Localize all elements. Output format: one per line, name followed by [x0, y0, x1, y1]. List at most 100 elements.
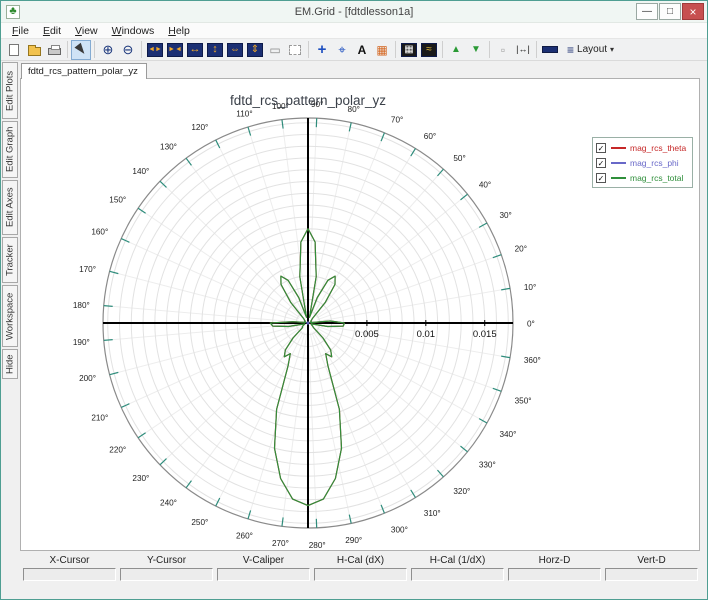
- clear-plot-icon[interactable]: ▫: [493, 40, 513, 60]
- status-value-h-cal-dx: [314, 568, 407, 581]
- colorbar-icon-glyph: [542, 46, 558, 53]
- svg-text:310°: 310°: [424, 509, 441, 518]
- sidebar-tab-workspace[interactable]: Workspace: [2, 285, 18, 347]
- layout-button[interactable]: ≡ Layout ▾: [562, 40, 619, 60]
- stretch-y-icon[interactable]: ↕: [205, 40, 225, 60]
- menu-windows[interactable]: Windows: [105, 24, 162, 38]
- text-annotation-icon[interactable]: A: [352, 40, 372, 60]
- title-bar: ♣ EM.Grid - [fdtdlesson1a] — □ ×: [1, 1, 707, 23]
- menu-edit[interactable]: Edit: [36, 24, 68, 38]
- toolbar-separator: [67, 41, 68, 58]
- legend-checkbox-mag-rcs-theta[interactable]: ✓: [596, 142, 606, 153]
- tracker-icon-glyph: ⌖: [338, 42, 346, 57]
- document-tab[interactable]: fdtd_rcs_pattern_polar_yz: [21, 63, 147, 79]
- shift-down-icon[interactable]: ▼: [466, 40, 486, 60]
- pan-right-icon-glyph: ►◄: [167, 42, 183, 57]
- toolbar-separator: [94, 41, 95, 58]
- svg-text:50°: 50°: [453, 154, 465, 163]
- legend-item-mag-rcs-phi: ✓ mag_rcs_phi: [596, 155, 686, 170]
- select-cursor-icon[interactable]: [71, 39, 91, 60]
- clear-plot-icon-glyph: ▫: [500, 42, 506, 57]
- svg-text:10°: 10°: [524, 283, 536, 292]
- close-button[interactable]: ×: [682, 3, 704, 20]
- legend-checkbox-mag-rcs-total[interactable]: ✓: [596, 172, 606, 183]
- sidebar-tab-edit-plots[interactable]: Edit Plots: [2, 62, 18, 119]
- svg-text:180°: 180°: [73, 301, 90, 310]
- shift-up-icon-glyph: ▲: [451, 43, 461, 55]
- svg-text:350°: 350°: [515, 396, 532, 405]
- trace-view-icon[interactable]: ≈: [419, 40, 439, 60]
- zoom-in-icon[interactable]: ⊕: [98, 40, 118, 60]
- legend-label: mag_rcs_theta: [630, 142, 687, 153]
- svg-text:330°: 330°: [479, 460, 496, 469]
- open-file-icon[interactable]: [24, 40, 44, 60]
- region-select-icon[interactable]: [285, 40, 305, 60]
- svg-text:190°: 190°: [73, 338, 90, 347]
- layout-button-label: Layout: [577, 44, 608, 55]
- shift-down-icon-glyph: ▼: [471, 43, 481, 55]
- marquee-zoom-icon[interactable]: ▭: [265, 40, 285, 60]
- svg-text:160°: 160°: [91, 228, 108, 237]
- colormap-icon-glyph: ▦: [376, 42, 388, 57]
- shift-up-icon[interactable]: ▲: [446, 40, 466, 60]
- legend-label: mag_rcs_phi: [630, 157, 679, 168]
- delta-measure-icon[interactable]: |↔|: [513, 40, 533, 60]
- svg-text:30°: 30°: [499, 211, 511, 220]
- menu-view[interactable]: View: [68, 24, 105, 38]
- svg-text:290°: 290°: [345, 536, 362, 545]
- new-file-icon-glyph: [9, 43, 19, 56]
- legend-checkbox-mag-rcs-phi[interactable]: ✓: [596, 157, 606, 168]
- cursor-status-bar: X-Cursor Y-Cursor V-Caliper H-Cal (dX) H-Cal…: [21, 554, 700, 582]
- svg-text:230°: 230°: [132, 474, 149, 483]
- legend-item-mag-rcs-theta: ✓ mag_rcs_theta: [596, 140, 686, 155]
- maximize-button[interactable]: □: [659, 3, 681, 20]
- legend-line-sample: [611, 146, 626, 149]
- svg-text:0.01: 0.01: [417, 329, 436, 340]
- svg-text:0°: 0°: [527, 320, 535, 329]
- fit-width-icon[interactable]: ⇔: [225, 40, 245, 60]
- fit-height-icon[interactable]: ⇕: [245, 40, 265, 60]
- print-icon[interactable]: [44, 40, 64, 60]
- stretch-x-icon[interactable]: ↔: [185, 40, 205, 60]
- plot-title: fdtd_rcs_pattern_polar_yz: [229, 93, 387, 108]
- toolbar-separator: [308, 41, 309, 58]
- svg-text:340°: 340°: [499, 430, 516, 439]
- svg-text:280°: 280°: [309, 541, 326, 550]
- sidebar-tab-edit-graph[interactable]: Edit Graph: [2, 121, 18, 178]
- colormap-icon[interactable]: ▦: [372, 40, 392, 60]
- window-title: EM.Grid - [fdtdlesson1a]: [294, 5, 414, 18]
- colorbar-icon[interactable]: [540, 40, 560, 60]
- status-label-h-cal-dx: H-Cal (dX): [336, 555, 385, 566]
- add-cursor-icon-glyph: +: [317, 41, 327, 58]
- svg-text:250°: 250°: [191, 518, 208, 527]
- svg-text:210°: 210°: [91, 413, 108, 422]
- pan-left-icon[interactable]: ◄►: [145, 40, 165, 60]
- new-file-icon[interactable]: [4, 40, 24, 60]
- svg-text:200°: 200°: [79, 374, 96, 383]
- pan-left-icon-glyph: ◄►: [147, 42, 163, 57]
- svg-text:270°: 270°: [272, 539, 289, 548]
- svg-text:70°: 70°: [391, 116, 403, 125]
- sidebar-tab-hide[interactable]: Hide: [2, 349, 18, 379]
- svg-text:150°: 150°: [109, 195, 126, 204]
- pan-right-icon[interactable]: ►◄: [165, 40, 185, 60]
- svg-text:120°: 120°: [191, 123, 208, 132]
- matrix-view-icon[interactable]: ▦: [399, 40, 419, 60]
- toolbar: ⊕ ⊖ ◄► ►◄ ↔ ↕ ⇔ ⇕ ▭ + ⌖ A ▦ ▦ ≈ ▲ ▼ ▫ |↔| ≡ Layout ▾: [1, 39, 707, 61]
- layout-caret-icon: ▾: [610, 44, 615, 54]
- menu-help[interactable]: Help: [161, 24, 197, 38]
- minimize-button[interactable]: —: [636, 3, 658, 20]
- svg-text:40°: 40°: [479, 181, 491, 190]
- sidebar-tab-tracker[interactable]: Tracker: [2, 237, 18, 283]
- layout-menu-icon: ≡: [567, 42, 575, 57]
- menu-file[interactable]: File: [5, 24, 36, 38]
- svg-text:140°: 140°: [132, 167, 149, 176]
- toolbar-separator: [395, 41, 396, 58]
- zoom-out-icon[interactable]: ⊖: [118, 40, 138, 60]
- add-cursor-icon[interactable]: +: [312, 40, 332, 60]
- status-value-v-caliper: [217, 568, 310, 581]
- status-value-y-cursor: [120, 568, 213, 581]
- sidebar-tab-edit-axes[interactable]: Edit Axes: [2, 180, 18, 235]
- svg-text:260°: 260°: [236, 531, 253, 540]
- tracker-icon[interactable]: ⌖: [332, 40, 352, 60]
